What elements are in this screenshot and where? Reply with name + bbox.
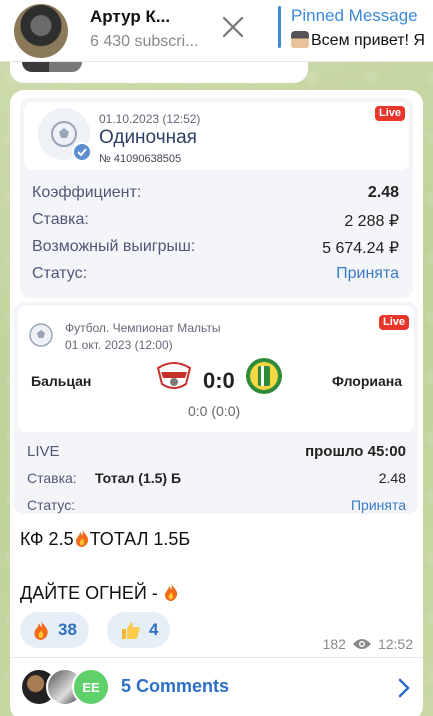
away-team-name: Флориана [332, 373, 403, 389]
bet-number: № 41090638505 [99, 153, 182, 165]
pinned-indicator [278, 6, 281, 48]
commenter-avatar-initials: EE [72, 668, 110, 706]
thumbs-up-icon [122, 622, 140, 639]
message-line-2: ДАЙТЕ ОГНЕЙ - [20, 582, 179, 604]
fire-icon [75, 529, 88, 547]
message-line-1: КФ 2.5 ТОТАЛ 1.5Б [20, 528, 190, 550]
pinned-message-title[interactable]: Pinned Message [291, 6, 418, 26]
live-badge: Live [378, 315, 409, 330]
stake-label: Ставка: [27, 470, 77, 486]
reaction-fire[interactable]: 38 [20, 612, 89, 648]
reaction-thumbs-up[interactable]: 4 [107, 612, 171, 648]
elapsed-time: прошло 45:00 [305, 443, 406, 460]
comments-avatars[interactable]: EE [20, 668, 112, 708]
status-label: Статус: [32, 265, 88, 282]
match-date: 01 окт. 2023 (12:00) [65, 338, 173, 352]
live-label: LIVE [27, 443, 60, 460]
match-score: 0:0 [203, 368, 235, 393]
message-odds-text: КФ 2.5 [20, 529, 74, 549]
status-label: Статус: [27, 497, 76, 513]
pinned-message-preview[interactable]: Всем привет! Я [291, 31, 425, 50]
football-icon [29, 323, 53, 347]
chevron-right-icon[interactable] [397, 678, 411, 698]
message-call-text: ДАЙТЕ ОГНЕЙ - [20, 583, 163, 603]
eye-icon [352, 639, 371, 649]
message-time: 12:52 [377, 636, 413, 652]
event-card[interactable]: Футбол. Чемпионат Мальты 01 окт. 2023 (1… [14, 302, 418, 514]
subscriber-count: 6 430 subscri... [90, 33, 199, 50]
stake-value: 2 288 ₽ [344, 213, 399, 230]
man-technologist-icon [291, 31, 309, 48]
message-meta: 182 12:52 [323, 636, 413, 652]
bet-coupon-card[interactable]: 01.10.2023 (12:52) Одиночная № 410906385… [20, 98, 413, 298]
odds-label: Коэффициент: [32, 184, 142, 201]
channel-avatar[interactable] [14, 4, 68, 58]
comments-link[interactable]: 5 Comments [121, 676, 229, 697]
bet-coupon-header: 01.10.2023 (12:52) Одиночная № 410906385… [24, 102, 409, 170]
score-detail: 0:0 (0:0) [188, 403, 241, 419]
stake-market: Тотал (1.5) Б [95, 470, 182, 486]
possible-win-value: 5 674.24 ₽ [322, 240, 399, 257]
possible-win-label: Возможный выигрыш: [32, 238, 196, 255]
bet-date: 01.10.2023 (12:52) [99, 112, 201, 126]
chat-header: Артур К... 6 430 subscri... Pinned Messa… [0, 0, 433, 62]
home-team-name: Бальцан [31, 373, 92, 389]
status-value: Принята [336, 265, 399, 282]
home-team-crest-icon [156, 362, 192, 389]
fire-icon [34, 620, 48, 640]
message-bubble[interactable]: 01.10.2023 (12:52) Одиночная № 410906385… [10, 90, 423, 716]
reaction-count: 38 [58, 620, 77, 639]
pinned-message-text: Всем привет! Я [311, 32, 425, 49]
message-total-text: ТОТАЛ 1.5Б [89, 529, 191, 549]
stake-label: Ставка: [32, 211, 89, 228]
stake-odds: 2.48 [378, 470, 406, 486]
live-badge: Live [374, 106, 405, 121]
away-team-crest-icon [246, 358, 282, 394]
fire-icon [164, 583, 177, 601]
league-name: Футбол. Чемпионат Мальты [65, 321, 221, 335]
bet-type: Одиночная [99, 127, 197, 148]
close-icon[interactable] [220, 14, 246, 40]
reaction-count: 4 [149, 620, 159, 639]
view-count: 182 [322, 636, 346, 652]
verified-check-icon [72, 142, 92, 162]
comments-divider [10, 657, 423, 658]
match-info: Футбол. Чемпионат Мальты 01 окт. 2023 (1… [18, 306, 414, 432]
channel-name[interactable]: Артур К... [90, 7, 170, 27]
odds-value: 2.48 [367, 184, 399, 201]
status-value: Принята [350, 497, 406, 513]
